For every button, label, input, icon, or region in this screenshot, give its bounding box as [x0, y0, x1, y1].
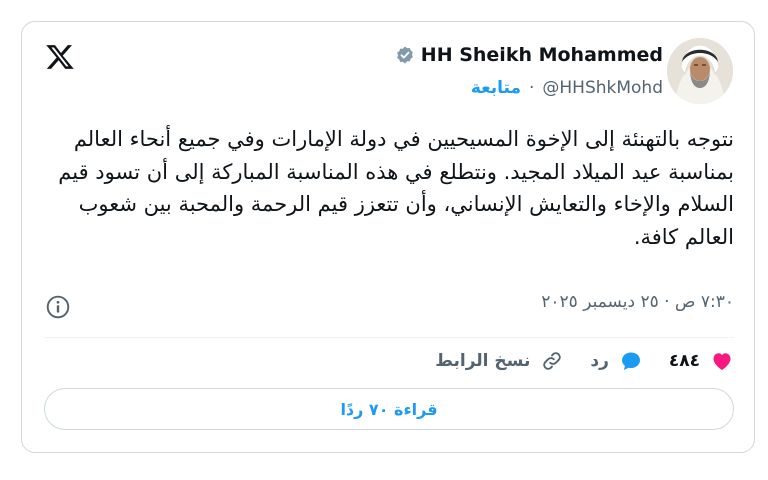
heart-icon [710, 349, 734, 373]
reply-label: رد [590, 351, 609, 371]
x-logo-icon[interactable] [45, 42, 75, 72]
tweet-actions: ٤٨٤ رد نسخ الرابط [409, 346, 734, 376]
author-name-row[interactable]: HH Sheikh Mohammed [395, 40, 663, 70]
profile-avatar-image [667, 38, 733, 104]
handle-separator: · [528, 78, 535, 98]
divider [44, 337, 734, 338]
author-display-name[interactable]: HH Sheikh Mohammed [421, 44, 663, 66]
info-icon[interactable] [45, 294, 71, 320]
like-count: ٤٨٤ [668, 351, 700, 371]
tweet-text: نتوجه بالتهنئة إلى الإخوة المسيحيين في د… [58, 127, 734, 249]
read-replies-label: قراءة ٧٠ ردًا [340, 399, 438, 419]
read-replies-button[interactable]: قراءة ٧٠ ردًا [44, 388, 734, 430]
author-handle[interactable]: @HHShkMohd [542, 78, 663, 98]
follow-button[interactable]: متابعة [471, 78, 521, 98]
avatar[interactable] [667, 38, 733, 104]
like-button[interactable]: ٤٨٤ [669, 349, 734, 373]
tweet-timestamp[interactable]: ٧:٣٠ ص · ٢٥ ديسمبر ٢٠٢٥ [541, 292, 734, 312]
copy-link-label: نسخ الرابط [435, 351, 531, 371]
reply-button[interactable]: رد [590, 349, 643, 373]
reply-bubble-icon [619, 349, 643, 373]
verified-badge-icon [395, 45, 415, 65]
author-handle-row: متابعة · @HHShkMohd [471, 75, 663, 101]
copy-link-button[interactable]: نسخ الرابط [435, 349, 564, 373]
link-icon [540, 349, 564, 373]
